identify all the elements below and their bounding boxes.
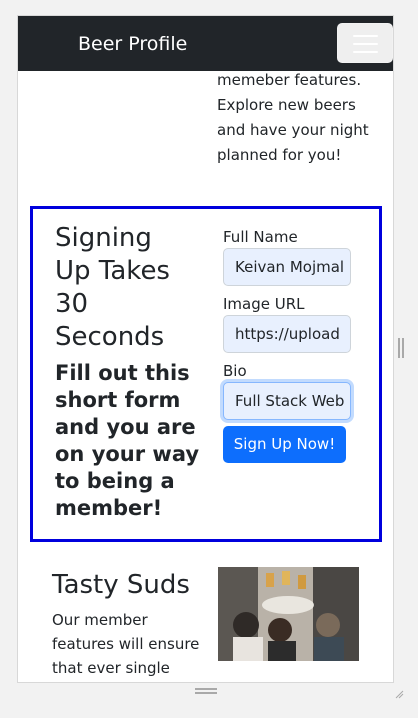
signup-subtitle-line: Fill out this <box>55 361 190 385</box>
corner-grip-icon <box>395 690 404 699</box>
tasty-suds-title: Tasty Suds <box>52 570 190 600</box>
signup-subtitle-line: member! <box>55 496 163 520</box>
bio-label: Bio <box>223 362 247 380</box>
image-url-label: Image URL <box>223 295 305 313</box>
intro-line: and have your night <box>217 121 369 139</box>
suds-line: features will ensure <box>52 635 200 653</box>
sign-up-button[interactable]: Sign Up Now! <box>223 426 346 463</box>
people-toasting-beers-photo <box>218 567 359 661</box>
intro-line: Explore new beers <box>217 96 356 114</box>
signup-title: Signing Up Takes 30 Seconds <box>55 222 195 354</box>
signup-subtitle: Fill out this short form and you are on … <box>55 360 205 522</box>
full-name-label: Full Name <box>223 228 298 246</box>
signup-subtitle-line: on your way <box>55 442 200 466</box>
hamburger-icon-line <box>353 43 378 45</box>
signup-title-line: Signing <box>55 223 152 253</box>
signup-title-line: 30 <box>55 289 89 319</box>
resize-corner-icon[interactable] <box>394 684 404 699</box>
resize-handle-vertical[interactable] <box>195 688 217 694</box>
signup-subtitle-line: short form <box>55 388 181 412</box>
navbar: Beer Profile <box>18 16 393 71</box>
signup-subtitle-line: to being a <box>55 469 175 493</box>
bio-input[interactable]: Full Stack Web <box>223 382 351 420</box>
signup-subtitle-line: and you are <box>55 415 196 439</box>
navbar-toggler-button[interactable] <box>337 23 393 63</box>
intro-line: planned for you! <box>217 146 342 164</box>
full-name-input[interactable]: Keivan Mojmal <box>223 248 351 286</box>
hamburger-icon-line <box>353 51 378 53</box>
signup-title-line: Seconds <box>55 322 165 352</box>
resize-handle-horizontal[interactable] <box>398 338 404 358</box>
signup-title-line: Up Takes <box>55 256 170 286</box>
navbar-brand[interactable]: Beer Profile <box>78 32 187 56</box>
photo-illustration <box>218 567 359 661</box>
intro-line: memeber features. <box>217 71 362 89</box>
hamburger-icon <box>353 35 378 37</box>
suds-line: that ever single <box>52 659 170 677</box>
intro-text: memeber features. Explore new beers and … <box>217 68 377 168</box>
tasty-suds-text: Our member features will ensure that eve… <box>52 608 202 680</box>
suds-line: Our member <box>52 611 148 629</box>
image-url-input[interactable]: https://upload <box>223 315 351 353</box>
browser-viewport: Beer Profile memeber features. Explore n… <box>18 16 393 682</box>
